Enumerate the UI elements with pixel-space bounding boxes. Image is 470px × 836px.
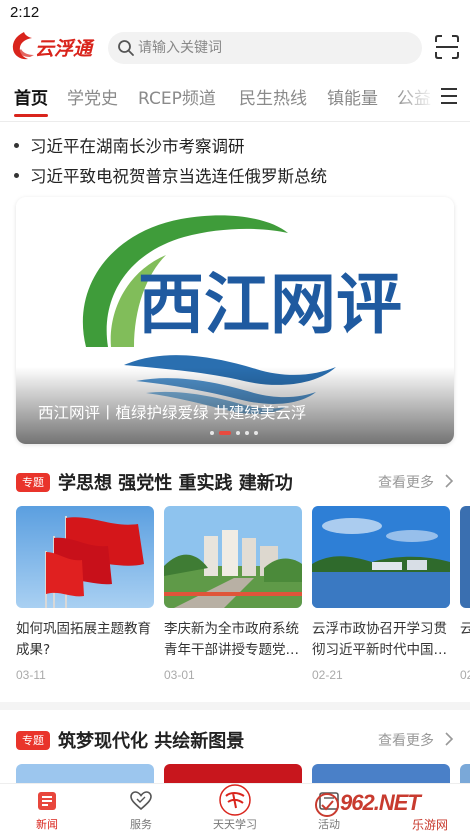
card-date: 03-01 [164,668,195,682]
bullet-icon [14,143,19,148]
section-title: 筑梦现代化 共绘新图景 [58,731,245,752]
carousel-dot[interactable] [236,431,240,435]
nav-news[interactable]: 新闻 [0,784,94,836]
topic-card[interactable]: 云浮市政协召开学习贯彻习近平新时代中国… 02-21 [312,506,450,686]
heart-icon [130,791,152,811]
tab-rcep[interactable]: RCEP频道 [138,84,216,109]
bullet-icon [14,173,19,178]
active-tab-indicator [14,114,48,117]
card-image[interactable] [460,764,470,784]
carousel-caption: 西江网评丨植绿护绿爱绿 共建绿美云浮 [38,404,307,422]
watermark-subtext: 乐游网 [412,818,449,832]
nav-daily-study[interactable]: 天天学习 [188,784,282,836]
card-image [16,506,154,608]
card-title: 云 [460,621,470,637]
nav-label: 新闻 [36,818,58,831]
watermark-logo-icon [315,793,339,817]
banner-carousel[interactable]: 西江网评 西江网评丨植绿护绿爱绿 共建绿美云浮 [16,197,454,444]
topic-badge: 专题 [16,731,50,750]
logo-flame-icon [12,32,34,60]
search-input[interactable] [138,32,408,64]
headline-item[interactable]: 习近平致电祝贺普京当选连任俄罗斯总统 [14,163,327,187]
study-icon [219,784,251,816]
carousel-dot-active[interactable] [219,431,231,435]
chevron-right-icon[interactable] [444,474,454,488]
nav-label: 服务 [130,818,152,831]
menu-icon[interactable] [436,84,462,108]
tab-party-history[interactable]: 学党史 [67,84,118,109]
card-date: 02 [460,668,470,682]
card-title: 云浮市政协召开学习贯彻习近平新时代中国… [312,621,447,658]
view-more-link[interactable]: 查看更多 [378,730,434,750]
tabs-divider [0,121,470,122]
channel-tabs: 首页 学党史 RCEP频道 民生热线 镇能量 公益 [0,70,470,122]
topic-badge: 专题 [16,473,50,492]
news-icon [38,792,56,810]
tab-home[interactable]: 首页 [14,84,48,109]
topic-card[interactable]: 云 02 [460,506,470,686]
carousel-pagination [210,431,270,437]
search-icon [118,40,134,56]
topic-section: 专题 筑梦现代化 共绘新图景 查看更多 [0,724,470,784]
headline-text: 习近平在湖南长沙市考察调研 [30,137,245,156]
card-image [312,506,450,608]
carousel-logo-text: 西江网评 [138,265,402,343]
carousel-dot[interactable] [254,431,258,435]
carousel-dot[interactable] [210,431,214,435]
status-bar: 2:12 [0,0,470,26]
headline-text: 习近平致电祝贺普京当选连任俄罗斯总统 [30,167,327,186]
app-logo: 云浮通 [10,28,102,64]
card-date: 02-21 [312,668,343,682]
tab-livelihood-hotline[interactable]: 民生热线 [239,84,307,109]
headline-item[interactable]: 习近平在湖南长沙市考察调研 [14,133,245,157]
card-image [460,506,470,608]
app-header: 云浮通 [0,26,470,70]
topic-card[interactable]: 如何巩固拓展主题教育成果? 03-11 [16,506,154,686]
logo-text: 云浮通 [35,38,93,60]
topic-card[interactable]: 李庆新为全市政府系统青年干部讲授专题党… 03-01 [164,506,302,686]
card-image[interactable] [16,764,154,784]
card-title: 李庆新为全市政府系统青年干部讲授专题党… [164,621,299,658]
card-image[interactable] [312,764,450,784]
site-watermark: 962.NET 乐游网 [312,786,470,836]
section-title: 学思想 强党性 重实践 建新功 [58,473,293,494]
carousel-dot[interactable] [245,431,249,435]
card-image[interactable] [164,764,302,784]
card-date: 03-11 [16,668,46,682]
chevron-right-icon[interactable] [444,732,454,746]
view-more-link[interactable]: 查看更多 [378,472,434,492]
section-divider [0,702,470,710]
card-title: 如何巩固拓展主题教育成果? [16,621,151,658]
status-time: 2:12 [10,4,40,21]
card-image [164,506,302,608]
nav-label: 天天学习 [213,818,257,831]
tab-town-energy[interactable]: 镇能量 [327,84,378,109]
tabs-fade [395,70,435,122]
topic-section: 专题 学思想 强党性 重实践 建新功 查看更多 如何巩固拓展主题教育成果? 03… [0,466,470,696]
watermark-text: 962.NET [340,790,421,815]
search-bar[interactable] [108,32,422,64]
scan-icon[interactable] [434,34,460,60]
nav-services[interactable]: 服务 [94,784,188,836]
